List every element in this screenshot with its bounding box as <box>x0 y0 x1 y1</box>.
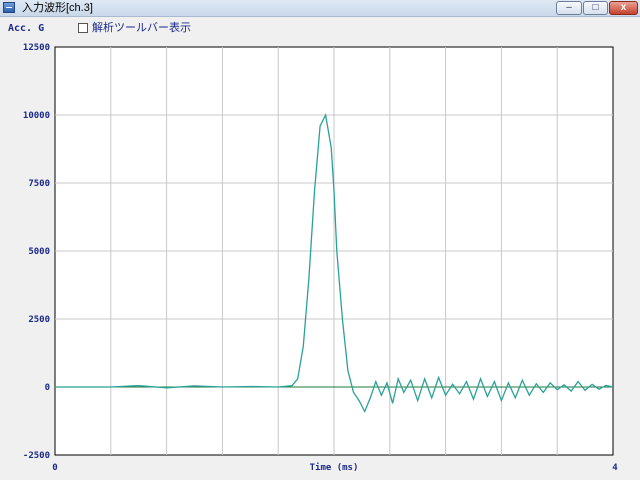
waveform-chart: 12500100007500500025000-2500 04 Time (ms… <box>23 43 618 473</box>
x-tick-label: 4 <box>612 463 618 473</box>
y-tick-label: -2500 <box>23 451 50 461</box>
y-tick-label: 10000 <box>23 111 50 121</box>
y-tick-label: 5000 <box>28 247 50 257</box>
y-tick-label: 0 <box>45 383 50 393</box>
y-axis-ticks: 12500 10000 7500 5000 2500 0 -2500 <box>23 43 50 461</box>
y-tick-label: 12500 <box>23 43 50 53</box>
y-tick-label: 2500 <box>28 315 50 325</box>
x-axis-label: Time (ms) <box>310 462 359 473</box>
app-window: 入力波形[ch.3] – □ x Acc. G 解析ツールバー表示 12500 1… <box>0 0 640 480</box>
y-tick-label: 7500 <box>28 179 50 189</box>
x-tick-label: 0 <box>52 463 57 473</box>
